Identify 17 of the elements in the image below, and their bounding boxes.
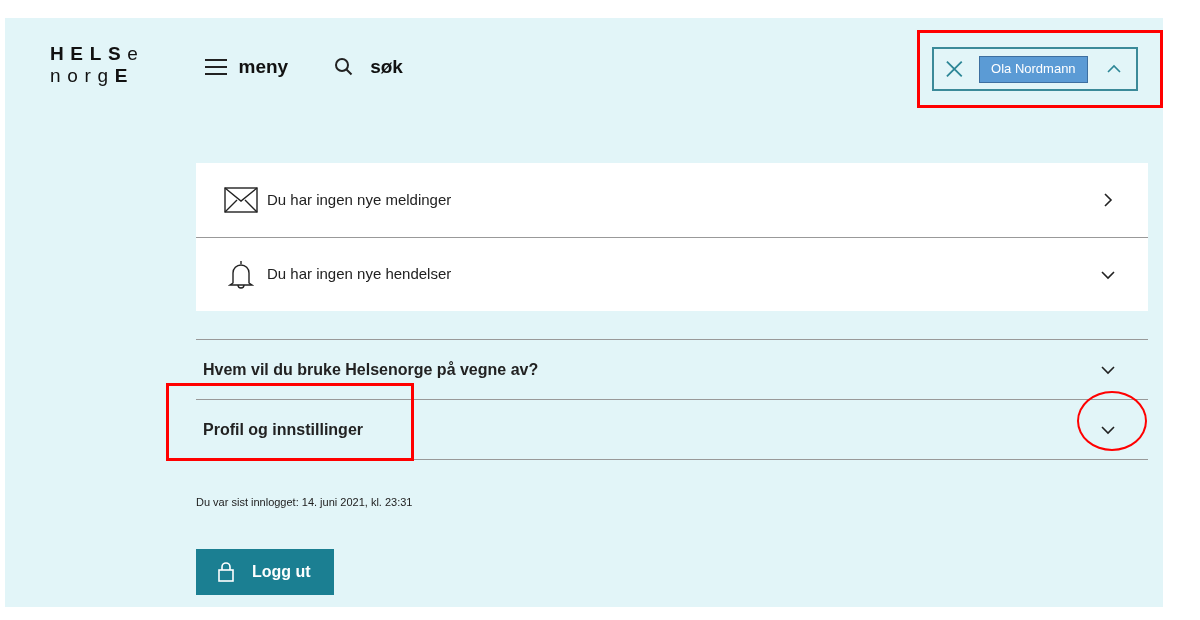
last-login-text: Du var sist innlogget: 14. juni 2021, kl. 23:31 [196, 495, 414, 510]
accordion-header[interactable]: Profil og innstillinger [196, 400, 1148, 460]
lock-icon [218, 561, 234, 582]
envelope-icon [224, 187, 258, 213]
search-icon [334, 57, 355, 78]
menu-icon [204, 58, 227, 77]
menu-button[interactable]: meny [204, 53, 289, 82]
notification-row[interactable]: Du har ingen nye hendelser [196, 237, 1148, 311]
close-icon[interactable] [946, 60, 963, 78]
notification-text: Du har ingen nye meldinger [267, 189, 452, 210]
search-button[interactable]: søk [334, 53, 403, 82]
logout-button[interactable]: Logg ut [196, 548, 334, 595]
notification-row[interactable]: Du har ingen nye meldinger [196, 163, 1148, 237]
bell-icon [228, 258, 254, 291]
accordion-header[interactable]: Hvem vil du bruke Helsenorge på vegne av? [196, 340, 1148, 400]
notification-text: Du har ingen nye hendelser [267, 264, 452, 285]
highlight-circle [1077, 391, 1147, 451]
